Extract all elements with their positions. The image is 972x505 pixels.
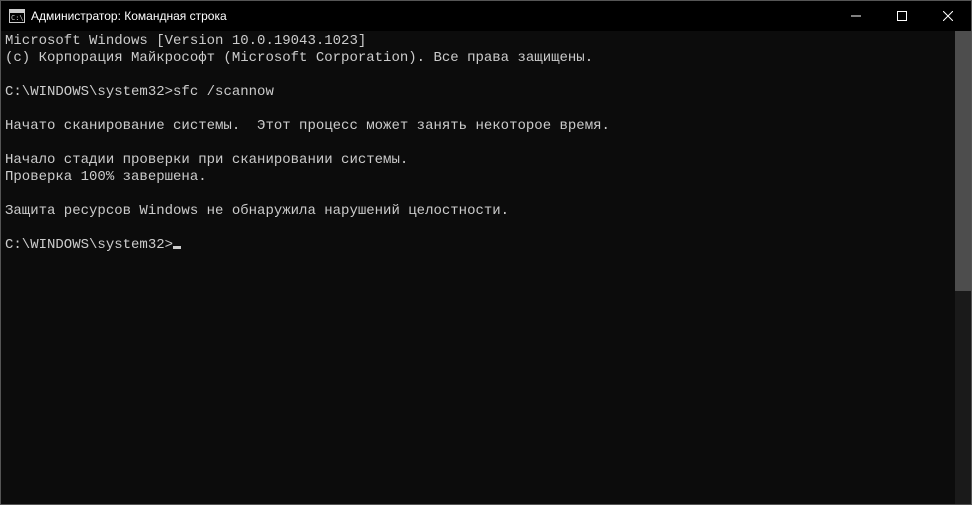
prompt-path: C:\WINDOWS\system32> xyxy=(5,84,173,100)
output-line: Начато сканирование системы. Этот процес… xyxy=(5,118,610,134)
console-output[interactable]: Microsoft Windows [Version 10.0.19043.10… xyxy=(1,31,955,504)
window-controls xyxy=(833,1,971,31)
output-line: (c) Корпорация Майкрософт (Microsoft Cor… xyxy=(5,50,593,66)
svg-text:C:\: C:\ xyxy=(11,14,24,22)
output-line: Проверка 100% завершена. xyxy=(5,169,207,185)
vertical-scrollbar[interactable] xyxy=(955,31,971,504)
minimize-button[interactable] xyxy=(833,1,879,31)
prompt-path: C:\WINDOWS\system32> xyxy=(5,237,173,253)
console-area: Microsoft Windows [Version 10.0.19043.10… xyxy=(1,31,971,504)
output-line: Защита ресурсов Windows не обнаружила на… xyxy=(5,203,509,219)
maximize-button[interactable] xyxy=(879,1,925,31)
command-prompt-window: C:\ Администратор: Командная строка Micr… xyxy=(0,0,972,505)
output-line: Microsoft Windows [Version 10.0.19043.10… xyxy=(5,33,366,49)
prompt-command: sfc /scannow xyxy=(173,84,274,100)
cmd-icon: C:\ xyxy=(9,8,25,24)
window-title: Администратор: Командная строка xyxy=(31,9,227,23)
cursor xyxy=(173,246,181,249)
titlebar[interactable]: C:\ Администратор: Командная строка xyxy=(1,1,971,31)
output-line: Начало стадии проверки при сканировании … xyxy=(5,152,408,168)
scrollbar-thumb[interactable] xyxy=(955,31,971,291)
close-button[interactable] xyxy=(925,1,971,31)
